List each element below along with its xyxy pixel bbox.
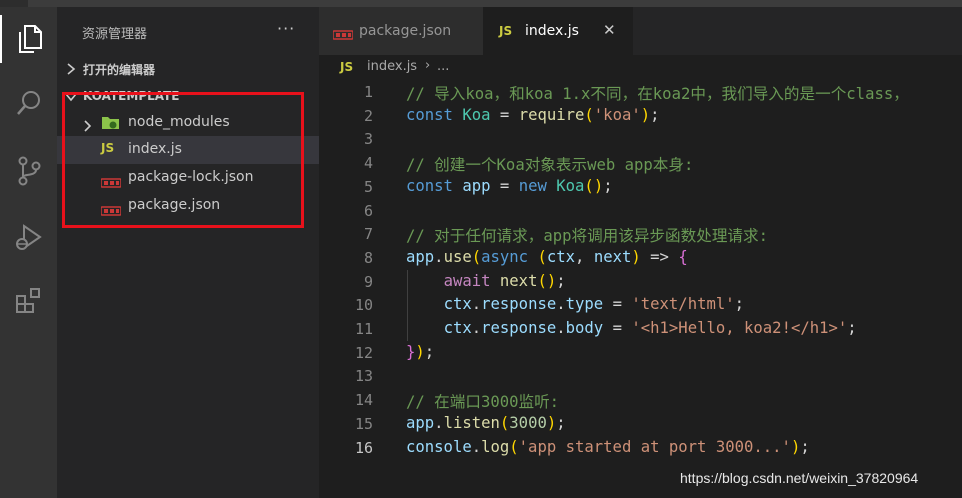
js-file-icon: JS bbox=[340, 60, 354, 74]
run-debug-icon[interactable] bbox=[0, 213, 57, 261]
code-line[interactable]: 8 app.use(async (ctx, next) => { bbox=[319, 247, 962, 271]
code-line[interactable]: 5 const app = new Koa(); bbox=[319, 176, 962, 200]
tab-bar: package.json JS index.js ✕ bbox=[319, 7, 962, 55]
open-editors-label: 打开的编辑器 bbox=[83, 63, 156, 77]
code-text: // 创建一个Koa对象表示web app本身: bbox=[406, 156, 694, 175]
open-editors-section[interactable]: 打开的编辑器 bbox=[57, 58, 319, 80]
extensions-icon[interactable] bbox=[0, 277, 57, 325]
breadcrumb-file[interactable]: index.js bbox=[367, 59, 417, 74]
line-number: 1 bbox=[363, 83, 373, 101]
code-line[interactable]: 9 await next(); bbox=[319, 271, 962, 295]
code-line[interactable]: 2 const Koa = require('koa'); bbox=[319, 105, 962, 129]
code-line[interactable]: 1 // 导入koa，和koa 1.x不同，在koa2中，我们导入的是一个clas… bbox=[319, 81, 962, 105]
code-text: const Koa = require('koa'); bbox=[406, 105, 660, 124]
line-number: 12 bbox=[354, 343, 373, 362]
explorer-sidebar: 资源管理器 ··· 打开的编辑器 KOATEMPLATE node_module… bbox=[57, 7, 319, 498]
line-number: 13 bbox=[354, 367, 373, 386]
line-number: 5 bbox=[363, 177, 373, 196]
tab-index-js[interactable]: JS index.js ✕ bbox=[483, 7, 633, 55]
code-text: // 对于任何请求，app将调用该异步函数处理请求: bbox=[406, 227, 768, 246]
line-number: 3 bbox=[363, 130, 373, 149]
tab-package-json[interactable]: package.json bbox=[319, 7, 483, 55]
code-line[interactable]: 12}); bbox=[319, 342, 962, 366]
title-bar bbox=[0, 0, 962, 7]
line-number: 6 bbox=[363, 201, 373, 220]
indent-guide bbox=[407, 270, 408, 341]
js-file-icon: JS bbox=[499, 24, 513, 38]
code-line[interactable]: 11 ctx.response.body = '<h1>Hello, koa2!… bbox=[319, 318, 962, 342]
code-text: // 在端口3000监听: bbox=[406, 393, 560, 412]
close-icon[interactable]: ✕ bbox=[603, 21, 616, 39]
code-line[interactable]: 16 console.log('app started at port 3000.… bbox=[319, 437, 962, 461]
code-editor[interactable]: 1 // 导入koa，和koa 1.x不同，在koa2中，我们导入的是一个clas… bbox=[319, 81, 962, 461]
watermark: https://blog.csdn.net/weixin_37820964 bbox=[680, 470, 919, 486]
source-control-icon[interactable] bbox=[0, 147, 57, 195]
code-text: ctx.response.body = '<h1>Hello, koa2!</h… bbox=[443, 319, 857, 337]
breadcrumb-symbols[interactable]: ... bbox=[437, 59, 449, 74]
line-number: 2 bbox=[363, 106, 373, 125]
activity-bar bbox=[0, 7, 57, 498]
code-text: }); bbox=[406, 342, 435, 361]
line-number: 7 bbox=[363, 225, 373, 244]
breadcrumb-separator: › bbox=[425, 58, 431, 73]
code-text: console.log('app started at port 3000...… bbox=[406, 437, 810, 456]
code-line[interactable]: 6 bbox=[319, 200, 962, 224]
code-text: // 导入koa，和koa 1.x不同，在koa2中，我们导入的是一个class… bbox=[406, 85, 909, 103]
chevron-right-icon bbox=[65, 61, 77, 80]
line-number: 4 bbox=[363, 154, 373, 173]
line-number: 10 bbox=[354, 296, 373, 315]
highlight-box bbox=[62, 92, 304, 228]
line-number: 14 bbox=[354, 391, 373, 410]
search-icon[interactable] bbox=[0, 79, 57, 127]
explorer-title: 资源管理器 bbox=[82, 27, 148, 42]
code-line[interactable]: 10 ctx.response.type = 'text/html'; bbox=[319, 294, 962, 318]
line-number: 8 bbox=[363, 248, 373, 267]
code-text: const app = new Koa(); bbox=[406, 176, 613, 195]
line-number: 15 bbox=[354, 414, 373, 433]
line-number: 11 bbox=[354, 320, 373, 338]
explorer-icon[interactable] bbox=[0, 15, 57, 63]
line-number: 9 bbox=[363, 272, 373, 291]
code-text: app.use(async (ctx, next) => { bbox=[406, 247, 688, 266]
code-line[interactable]: 3 bbox=[319, 128, 962, 152]
code-line[interactable]: 13 bbox=[319, 365, 962, 389]
code-text: await next(); bbox=[443, 271, 566, 290]
code-line[interactable]: 7 // 对于任何请求，app将调用该异步函数处理请求: bbox=[319, 223, 962, 247]
tab-label: package.json bbox=[359, 23, 452, 39]
title-bar-corner bbox=[0, 0, 28, 7]
code-text: app.listen(3000); bbox=[406, 413, 566, 432]
code-line[interactable]: 14 // 在端口3000监听: bbox=[319, 389, 962, 413]
code-line[interactable]: 15 app.listen(3000); bbox=[319, 413, 962, 437]
json-file-icon bbox=[332, 25, 354, 44]
code-line[interactable]: 4 // 创建一个Koa对象表示web app本身: bbox=[319, 152, 962, 176]
tab-label: index.js bbox=[525, 23, 579, 39]
line-number: 16 bbox=[354, 438, 373, 457]
explorer-header: 资源管理器 ··· bbox=[57, 7, 319, 55]
more-actions-icon[interactable]: ··· bbox=[277, 19, 295, 38]
code-text: ctx.response.type = 'text/html'; bbox=[443, 295, 745, 314]
